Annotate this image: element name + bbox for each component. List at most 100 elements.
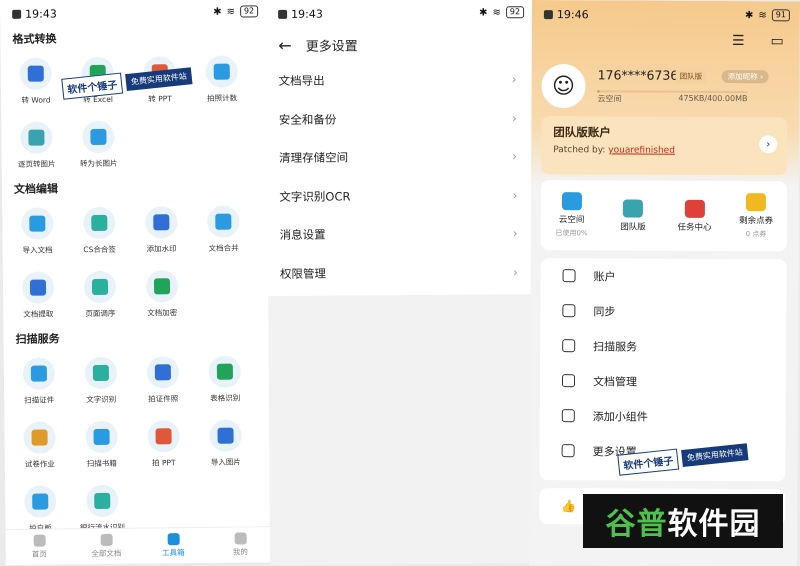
tool-item[interactable]: 逐页转图片 (5, 113, 68, 178)
team-account-card[interactable]: 团队版账户 Patched by: youarefinished › (541, 116, 788, 176)
settings-item[interactable]: 权限管理 › (268, 253, 536, 293)
tool-item[interactable]: 文档合并 (192, 197, 255, 262)
tab-me[interactable]: 我的 (207, 527, 274, 563)
status-bar: 19:43 ✱ ≋ 92 (266, 0, 534, 28)
tool-label: 导入文档 (22, 245, 53, 255)
settings-item[interactable]: 文字识别OCR › (267, 176, 535, 216)
tool-sections: 格式转换转 Word 转 Excel 转 PPT 拍照计数 逐页转图片 转为长图片 文档编辑… (0, 25, 273, 542)
wifi-icon: ≋ (226, 6, 236, 18)
bank-icon (86, 484, 119, 518)
tool-item[interactable]: 转为长图片 (67, 113, 130, 178)
tool-item[interactable]: CS合合签 (68, 199, 131, 264)
settings-item[interactable]: 清理存储空间 › (267, 137, 535, 177)
long-image-icon (82, 120, 115, 154)
menu-item-label: 扫描服务 (593, 339, 638, 354)
tool-item[interactable]: 文档加密 (131, 262, 194, 327)
status-bar: 19:43 ✱ ≋ 92 (0, 0, 268, 28)
id-photo-icon (146, 356, 180, 389)
tool-label: 导入图片 (210, 457, 241, 467)
settings-item[interactable]: 文档导出 › (266, 60, 534, 100)
stat-sub: 0 点券 (745, 230, 767, 239)
stat-icon (746, 193, 767, 212)
back-arrow-icon[interactable]: ← (278, 35, 292, 54)
tool-grid: 导入文档 CS合合签 添加水印 文档合并文档提取 页面调序 文档加密 (2, 197, 271, 328)
tool-item[interactable]: 拍证件照 (132, 348, 195, 413)
stat-item[interactable]: 团队版 (602, 180, 664, 250)
chevron-right-icon: › (512, 188, 518, 203)
tool-item[interactable]: 扫描证件 (8, 349, 71, 414)
tool-label: 逐页转图片 (17, 159, 56, 169)
tool-label: 扫描证件 (24, 395, 55, 405)
tool-label: 转为长图片 (79, 158, 118, 169)
menu-item[interactable]: 文档管理 (540, 363, 786, 399)
tool-label: CS合合签 (83, 244, 116, 255)
empty-area (268, 294, 538, 565)
stat-name: 任务中心 (677, 222, 712, 233)
tab-toolbox[interactable]: 工具箱 (140, 528, 207, 564)
stat-item[interactable]: 云空间 已使用0% (541, 180, 603, 250)
message-icon[interactable]: ▭ (771, 33, 784, 49)
settings-panel: 19:43 ✱ ≋ 92 ← 更多设置 文档导出 › 安全和备份 › 清理存储空间 › 文字识别… (266, 0, 538, 565)
bluetooth-icon: ✱ (744, 9, 754, 21)
chevron-right-icon: › (511, 111, 517, 126)
tool-grid: 转 Word 转 Excel 转 PPT 拍照计数 逐页转图片 转为长图片 (1, 47, 270, 178)
book-icon (85, 420, 118, 454)
tool-label: 试卷作业 (24, 459, 55, 469)
menu-item[interactable]: 同步 (540, 293, 786, 329)
settings-item-label: 清理存储空间 (279, 150, 349, 166)
settings-item-label: 安全和备份 (278, 112, 337, 127)
avatar[interactable]: ☺ (541, 64, 586, 109)
tool-item[interactable]: 导入图片 (194, 411, 257, 476)
ocr-icon (84, 356, 118, 390)
page-title: 更多设置 (305, 38, 358, 55)
tool-label: 拍证件照 (148, 394, 179, 404)
menu-item-label: 文档管理 (592, 374, 638, 389)
tool-label: 拍 PPT (152, 458, 176, 468)
tool-item[interactable]: 拍照计数 (191, 47, 254, 112)
bluetooth-icon: ✱ (479, 6, 488, 19)
nav-bar: ← 更多设置 (266, 26, 534, 62)
tool-label: 转 Word (21, 95, 51, 105)
team-card-title: 团队版账户 (553, 125, 611, 140)
menu-item[interactable]: 扫描服务 (540, 328, 786, 364)
menu-icon[interactable]: ☰ (732, 33, 745, 49)
patched-by-text: Patched by: youarefinished (553, 145, 675, 156)
tool-item[interactable]: 拍 PPT (132, 412, 195, 477)
tab-home[interactable]: 首页 (6, 529, 73, 565)
stat-item[interactable]: 剩余点券 0 点券 (725, 181, 787, 251)
settings-item[interactable]: 安全和备份 › (267, 99, 535, 139)
tool-item[interactable]: 表格识别 (194, 347, 257, 412)
docs-icon (100, 533, 113, 546)
tool-item[interactable]: 导入文档 (6, 199, 69, 264)
tool-item[interactable]: 扫描书籍 (70, 413, 133, 478)
menu-item-label: 账户 (593, 269, 616, 283)
tool-item[interactable]: 文字识别 (70, 349, 133, 414)
wifi-icon: ≋ (758, 9, 767, 21)
settings-item[interactable]: 消息设置 › (268, 214, 536, 254)
tool-item[interactable]: 转 Word (5, 49, 68, 114)
tool-item[interactable]: 页面调序 (69, 263, 132, 328)
menu-item[interactable]: 账户 (540, 258, 786, 294)
section-title: 格式转换 (12, 32, 57, 46)
battery-icon: 92 (505, 6, 525, 19)
chevron-right-icon[interactable]: › (759, 135, 778, 154)
user-phone: 176****6736 (597, 67, 679, 83)
menu-item-label: 同步 (593, 304, 616, 318)
tool-item[interactable]: 文档提取 (7, 263, 70, 328)
stat-sub: 已使用0% (555, 229, 588, 238)
menu-item-label: 添加小组件 (592, 409, 648, 424)
tool-item[interactable]: 试卷作业 (8, 413, 71, 478)
add-nickname-button[interactable]: 添加昵称 › (721, 69, 770, 84)
tab-all-docs[interactable]: 全部文档 (73, 529, 140, 565)
sign-icon (83, 206, 116, 240)
tool-item[interactable]: 添加水印 (130, 198, 193, 263)
stat-item[interactable]: 任务中心 (664, 181, 726, 251)
menu-item[interactable]: 添加小组件 (540, 398, 786, 434)
profile-panel: 19:46 ✱ ≋ 91 ☰ ▭ ☺ 176****6736 团队版 添加昵称 › … (529, 0, 800, 566)
reorder-icon (83, 270, 117, 304)
menu-item-icon (562, 269, 576, 283)
notification-icon (12, 9, 22, 19)
chevron-right-icon: › (512, 149, 518, 164)
watermark-icon (145, 206, 178, 239)
encrypt-icon (145, 270, 179, 303)
